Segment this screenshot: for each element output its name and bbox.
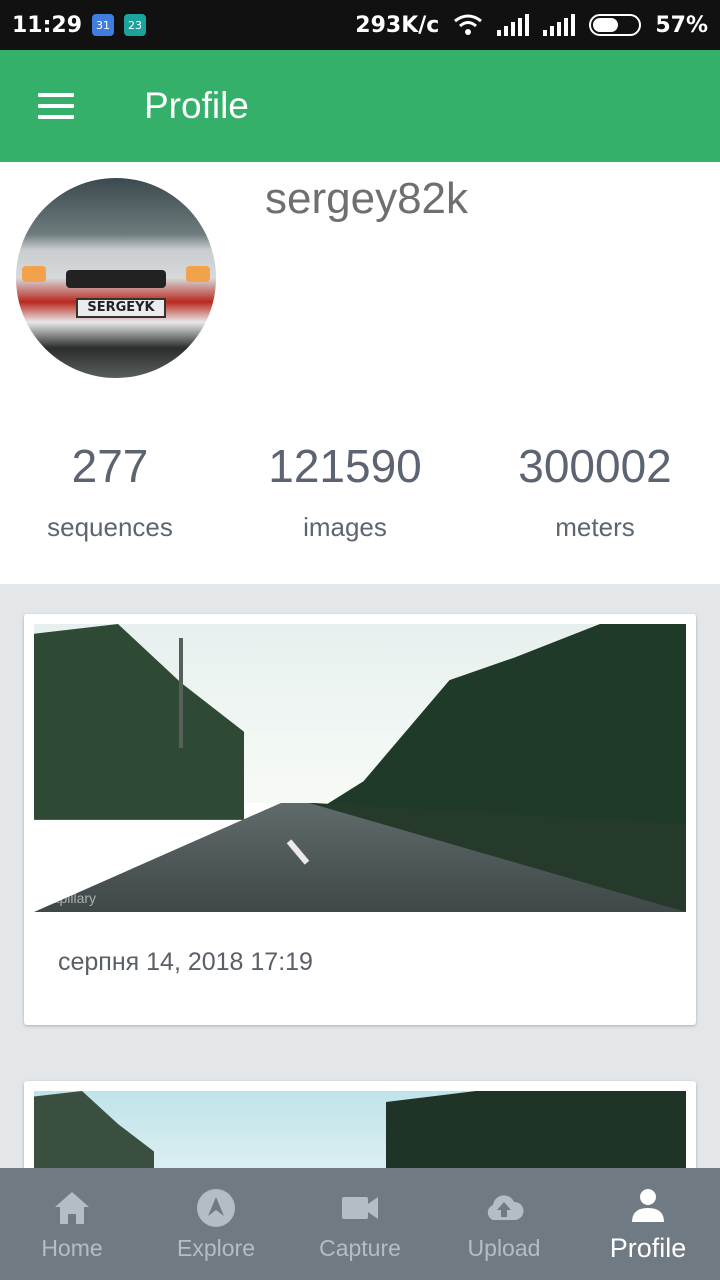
app-bar: Profile xyxy=(0,50,720,162)
nav-capture[interactable]: Capture xyxy=(288,1168,432,1280)
mapillary-watermark: Mapillary xyxy=(40,890,97,906)
calendar-icon: 31 xyxy=(92,14,115,36)
nav-home[interactable]: Home xyxy=(0,1168,144,1280)
signal-icon-2 xyxy=(543,14,576,36)
stat-value: 300002 xyxy=(518,440,672,492)
sequence-card[interactable]: Mapillary серпня 14, 2018 17:19 xyxy=(24,614,696,1025)
avatar-plate: SERGEYK xyxy=(76,298,166,318)
cloud-upload-icon xyxy=(487,1194,524,1220)
stat-meters: 300002 meters xyxy=(475,438,715,543)
wifi-icon xyxy=(454,14,483,35)
sequence-thumbnail[interactable]: Mapillary xyxy=(34,624,686,912)
profile-header: SERGEYK sergey82k 277 sequences 121590 i… xyxy=(0,162,720,584)
battery-icon xyxy=(589,14,642,36)
status-bar: 11:29 31 23 293K/c 57% xyxy=(0,0,720,50)
avatar-grille xyxy=(66,270,166,288)
stat-value: 277 xyxy=(71,440,149,492)
stat-images: 121590 images xyxy=(225,438,465,543)
nav-explore[interactable]: Explore xyxy=(144,1168,288,1280)
person-icon xyxy=(632,1188,664,1222)
avatar-headlight xyxy=(186,266,210,282)
stat-value: 121590 xyxy=(268,440,422,492)
nav-label: Upload xyxy=(467,1234,541,1261)
stat-sequences: 277 sequences xyxy=(0,438,230,543)
menu-icon[interactable] xyxy=(38,93,74,119)
bottom-navigation: Home Explore Capture Upload Profile xyxy=(0,1168,720,1280)
avatar-headlight xyxy=(22,266,46,282)
battery-level xyxy=(593,18,619,32)
username: sergey82k xyxy=(265,174,469,223)
nav-label: Profile xyxy=(609,1232,687,1263)
stat-label: meters xyxy=(555,512,635,542)
nav-upload[interactable]: Upload xyxy=(432,1168,576,1280)
nav-label: Home xyxy=(41,1234,103,1261)
stat-label: images xyxy=(303,512,387,542)
home-icon xyxy=(55,1191,89,1224)
compass-icon xyxy=(197,1188,235,1227)
nav-label: Capture xyxy=(319,1234,401,1261)
avatar[interactable]: SERGEYK xyxy=(16,178,216,378)
nav-label: Explore xyxy=(177,1234,255,1261)
video-camera-icon xyxy=(342,1196,378,1219)
stat-label: sequences xyxy=(47,512,173,542)
signal-icon xyxy=(497,14,530,36)
network-speed: 293K/c xyxy=(355,12,440,38)
status-time: 11:29 xyxy=(12,12,83,38)
page-title: Profile xyxy=(144,85,249,126)
nav-profile[interactable]: Profile xyxy=(576,1168,720,1280)
notification-icon: 23 xyxy=(124,14,147,36)
sequence-date: серпня 14, 2018 17:19 xyxy=(58,948,313,976)
battery-percent: 57% xyxy=(655,12,708,38)
